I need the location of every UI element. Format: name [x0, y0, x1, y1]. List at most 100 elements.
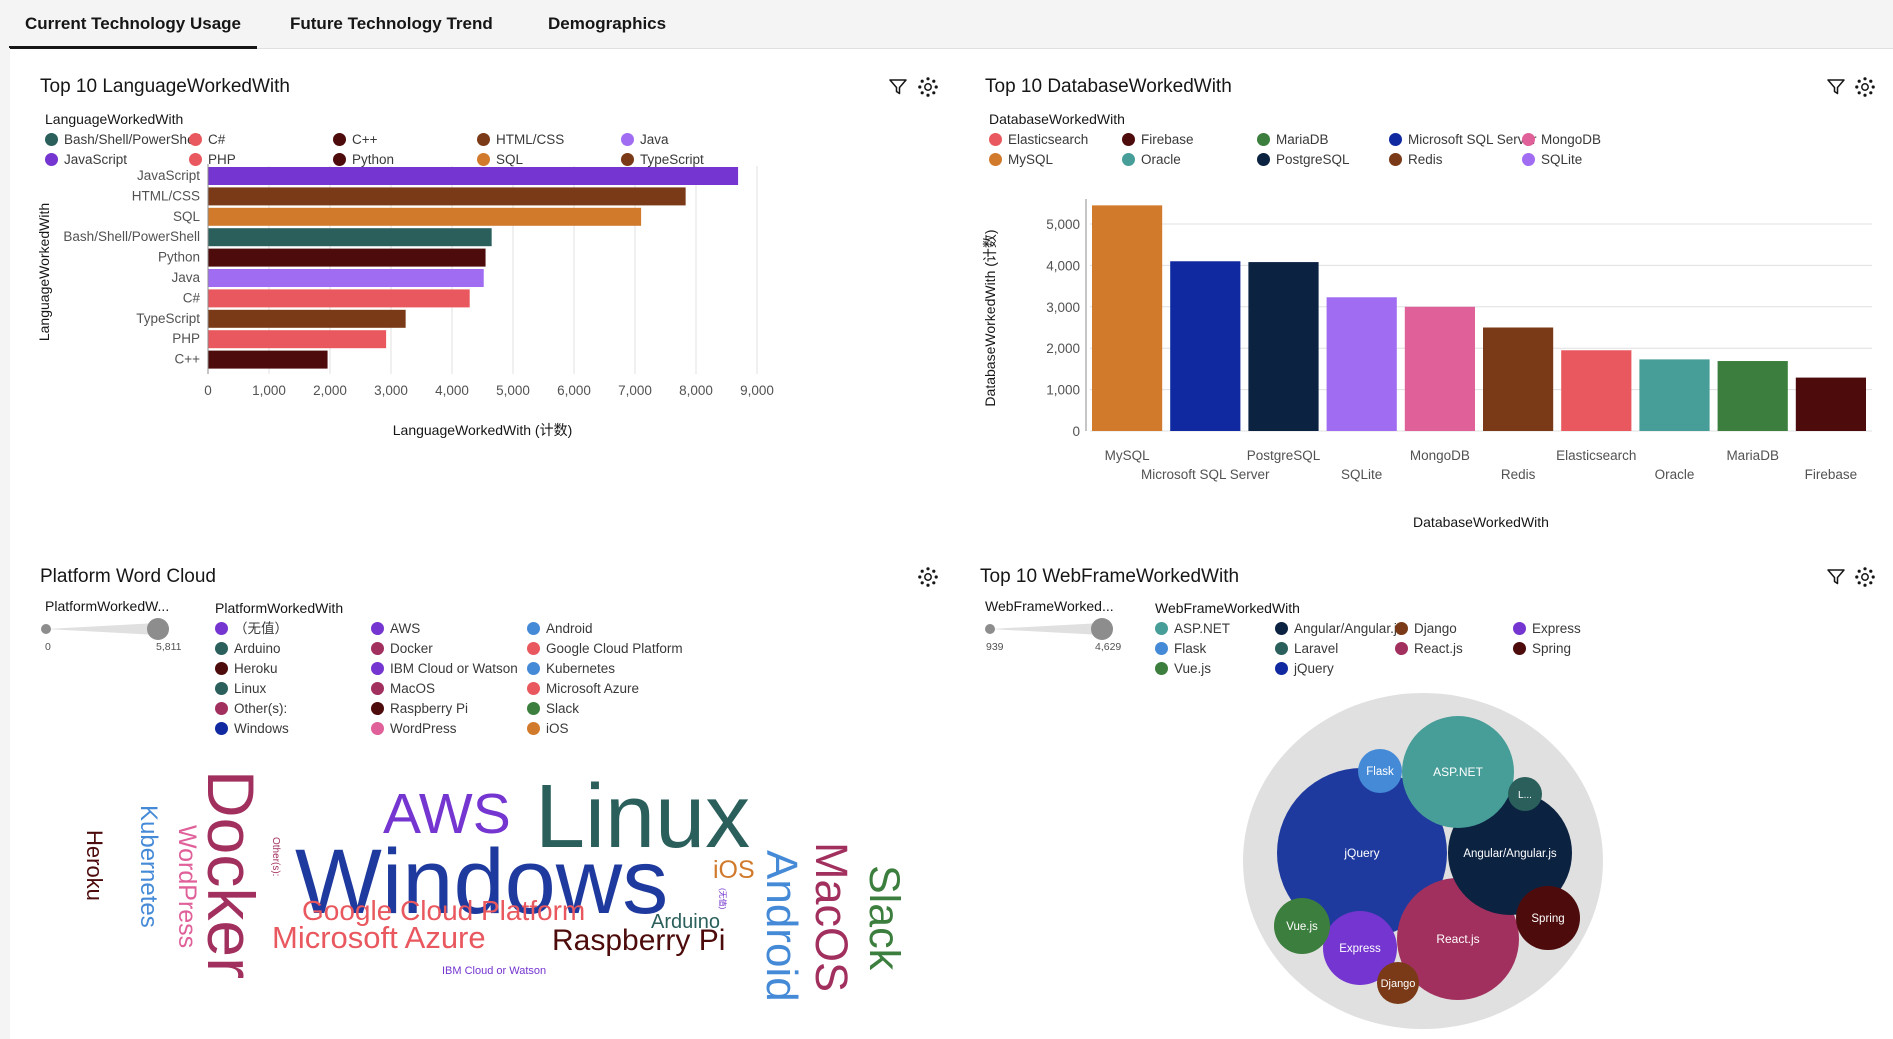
webframe-bubble-chart: jQuery React.js Angular/Angular.js ASP.NET E… — [1243, 693, 1603, 1029]
x-tick-label: 8,000 — [679, 383, 713, 398]
x-tick-label: MongoDB — [1410, 448, 1470, 463]
tab-future-technology-trend[interactable]: Future Technology Trend — [274, 0, 509, 46]
y-axis-title: LanguageWorkedWith — [36, 203, 52, 341]
bubble-label: Angular/Angular.js — [1463, 848, 1557, 860]
word-wordpress[interactable]: WordPress — [173, 825, 201, 948]
platform-word-cloud: WindowsLinuxDocker AWSAndroid MacOS SlackGo… — [82, 767, 908, 1002]
word-kubernetes[interactable]: Kubernetes — [135, 805, 162, 928]
y-tick-label: 3,000 — [1046, 300, 1080, 315]
bar-c[interactable] — [208, 350, 328, 369]
y-tick-label: TypeScript — [136, 311, 200, 326]
x-tick-label: Firebase — [1805, 467, 1858, 482]
webframe-panel: Top 10 WebFrameWorkedWith WebFrameWorked… — [962, 550, 1887, 1039]
bubble-django[interactable]: Django — [1377, 962, 1419, 1004]
database-panel: Top 10 DatabaseWorkedWith DatabaseWorked… — [962, 60, 1887, 540]
bubble-label: L... — [1518, 790, 1532, 801]
bar-typescript[interactable] — [208, 309, 406, 328]
bubble-asp-net[interactable]: ASP.NET — [1402, 716, 1514, 828]
bar-html-css[interactable] — [208, 187, 686, 206]
bubble-label: Flask — [1366, 766, 1394, 778]
left-margin — [0, 48, 10, 1039]
tab-demographics[interactable]: Demographics — [532, 0, 682, 46]
y-tick-label: SQL — [173, 209, 201, 224]
tab-current-technology-usage[interactable]: Current Technology Usage — [9, 0, 257, 49]
y-tick-label: HTML/CSS — [132, 188, 200, 203]
y-tick-label: JavaScript — [137, 168, 200, 183]
bar-java[interactable] — [208, 269, 484, 287]
word-ibm-cloud-or-watson[interactable]: IBM Cloud or Watson — [442, 965, 546, 977]
y-tick-label: 5,000 — [1046, 217, 1080, 232]
bar-mongodb[interactable] — [1404, 306, 1475, 431]
y-tick-label: 4,000 — [1046, 258, 1080, 273]
word-macos[interactable]: MacOS — [806, 842, 857, 992]
word-microsoft-azure[interactable]: Microsoft Azure — [272, 920, 486, 955]
tab-bar: Current Technology Usage Future Technolo… — [0, 0, 1893, 49]
word-aws[interactable]: AWS — [383, 782, 511, 846]
x-tick-label: 2,000 — [313, 383, 347, 398]
bar-bash-shell-powershell[interactable] — [208, 228, 492, 247]
x-tick-label: 7,000 — [618, 383, 652, 398]
x-tick-label: 6,000 — [557, 383, 591, 398]
word-docker[interactable]: Docker — [194, 770, 268, 979]
x-tick-label: 5,000 — [496, 383, 530, 398]
x-tick-label: MySQL — [1105, 448, 1151, 463]
bar-elasticsearch[interactable] — [1561, 350, 1632, 431]
x-tick-label: 1,000 — [252, 383, 286, 398]
bubble-l[interactable]: L... — [1508, 777, 1542, 811]
bar-sql[interactable] — [208, 207, 642, 226]
bubble-label: Django — [1381, 978, 1416, 990]
y-tick-label: C++ — [174, 352, 200, 367]
language-panel: Top 10 LanguageWorkedWith LanguageWorked… — [18, 60, 948, 540]
x-tick-label: Oracle — [1655, 467, 1695, 482]
bubble-label: jQuery — [1343, 846, 1379, 860]
bubble-spring[interactable]: Spring — [1516, 886, 1580, 950]
bar-redis[interactable] — [1483, 327, 1554, 432]
x-tick-label: 9,000 — [740, 383, 774, 398]
bar-mysql[interactable] — [1092, 205, 1163, 431]
word-android[interactable]: Android — [757, 850, 806, 1002]
word-other-s[interactable]: Other(s): — [270, 837, 281, 876]
database-bar-chart: 0 1,000 2,000 3,000 4,000 5,000 MySQL Microsoft… — [982, 199, 1872, 530]
platform-panel: Platform Word Cloud PlatformWorkedW... 0… — [18, 550, 948, 1039]
bubble-label: Vue.js — [1286, 921, 1318, 933]
x-tick-label: PostgreSQL — [1247, 448, 1321, 463]
x-tick-label: MariaDB — [1726, 448, 1779, 463]
bar-oracle[interactable] — [1639, 359, 1710, 431]
x-tick-label: SQLite — [1341, 467, 1382, 482]
bar-php[interactable] — [208, 330, 387, 349]
word-item[interactable]: (无值) — [718, 888, 728, 910]
bar-mariadb[interactable] — [1717, 361, 1788, 431]
bubble-vue-js[interactable]: Vue.js — [1274, 898, 1330, 954]
y-tick-label: 1,000 — [1046, 383, 1080, 398]
bubble-label: React.js — [1436, 932, 1479, 946]
x-tick-label: 4,000 — [435, 383, 469, 398]
x-tick-label: 0 — [204, 383, 212, 398]
x-axis-title: LanguageWorkedWith (计数) — [393, 422, 572, 438]
word-slack[interactable]: Slack — [860, 865, 908, 971]
bar-javascript[interactable] — [208, 167, 739, 185]
bubble-label: Express — [1339, 943, 1381, 955]
bar-c[interactable] — [208, 289, 470, 308]
word-heroku[interactable]: Heroku — [82, 830, 107, 901]
bubble-flask[interactable]: Flask — [1358, 749, 1402, 793]
bar-postgresql[interactable] — [1248, 262, 1319, 431]
word-linux[interactable]: Linux — [535, 767, 750, 867]
y-tick-label: 0 — [1072, 424, 1080, 439]
y-tick-label: C# — [183, 290, 201, 305]
bar-firebase[interactable] — [1795, 377, 1866, 431]
y-tick-label: Python — [158, 250, 200, 265]
x-tick-label: 3,000 — [374, 383, 408, 398]
language-bar-chart: 0 1,000 2,000 3,000 4,000 5,000 6,000 7,000 8,00… — [36, 164, 774, 438]
bubble-label: ASP.NET — [1433, 765, 1483, 779]
y-tick-label: Bash/Shell/PowerShell — [63, 229, 200, 244]
y-axis-title: DatabaseWorkedWith (计数) — [982, 229, 998, 406]
word-ios[interactable]: iOS — [713, 856, 755, 884]
y-tick-label: 2,000 — [1046, 341, 1080, 356]
y-tick-label: PHP — [172, 331, 200, 346]
word-arduino[interactable]: Arduino — [651, 911, 720, 933]
y-tick-label: Java — [171, 270, 200, 285]
x-tick-label: Microsoft SQL Server — [1141, 467, 1270, 482]
bar-python[interactable] — [208, 248, 486, 267]
bar-sqlite[interactable] — [1326, 297, 1397, 431]
bar-microsoft-sql-server[interactable] — [1170, 261, 1241, 431]
